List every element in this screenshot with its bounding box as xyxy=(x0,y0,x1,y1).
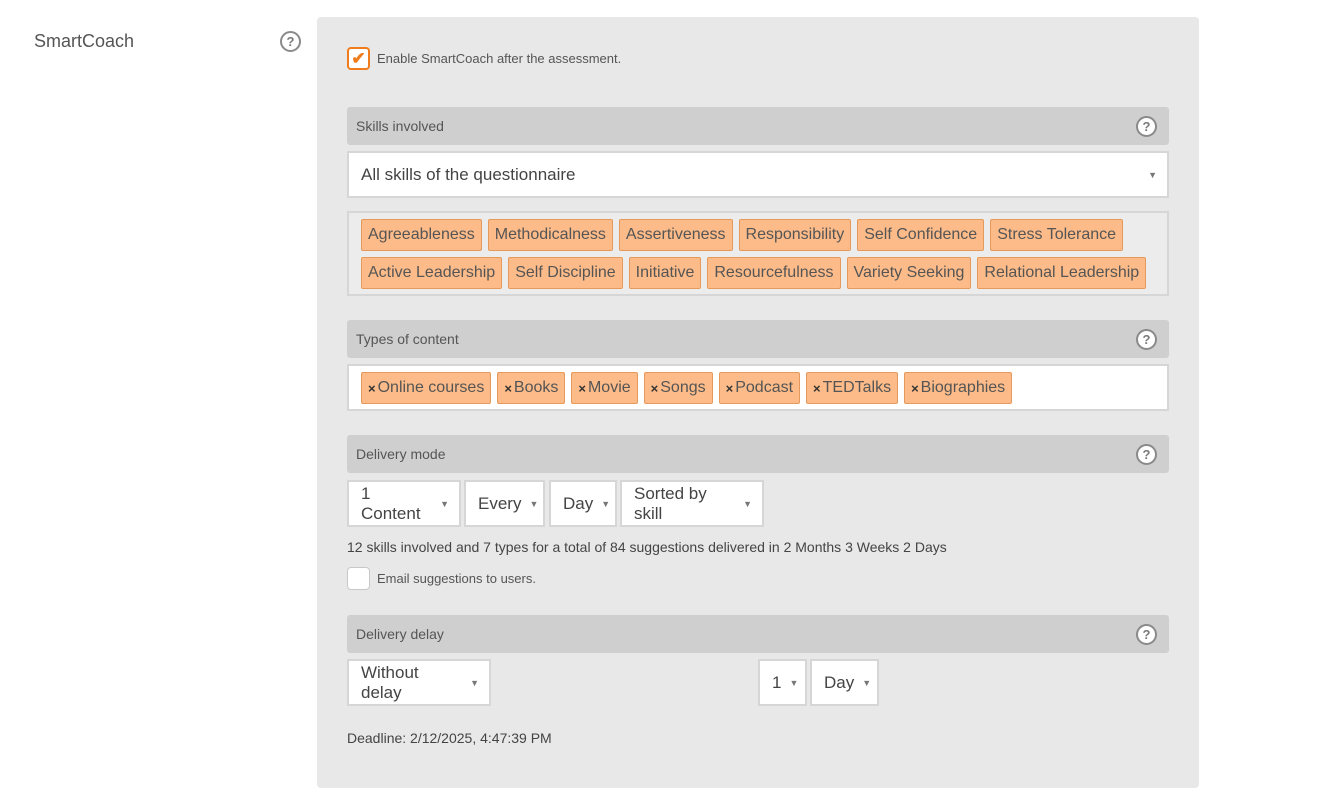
delivery-delay-section-title: Delivery delay xyxy=(356,626,444,642)
skill-tag[interactable]: Methodicalness xyxy=(487,219,613,251)
skill-tag[interactable]: Self Confidence xyxy=(857,219,985,251)
skills-section-title: Skills involved xyxy=(356,118,444,134)
help-icon[interactable]: ? xyxy=(1136,115,1157,137)
delivery-unit-value: Day xyxy=(563,493,594,513)
email-suggestions-checkbox[interactable] xyxy=(347,567,370,590)
smartcoach-panel: ✔ Enable SmartCoach after the assessment… xyxy=(317,17,1199,788)
email-suggestions-row[interactable]: Email suggestions to users. xyxy=(347,567,536,590)
caret-down-icon: ▼ xyxy=(743,498,752,509)
delivery-frequency-value: Every xyxy=(478,493,522,513)
checkmark-icon: ✔ xyxy=(351,49,366,68)
times-icon[interactable]: × xyxy=(578,381,586,396)
content-type-tag: × Movie xyxy=(571,372,638,404)
content-type-tag-label: Books xyxy=(513,379,559,396)
delivery-delay-mode-value: Without delay xyxy=(361,662,419,702)
delivery-unit-select[interactable]: Day ▼ xyxy=(549,480,617,527)
enable-smartcoach-row[interactable]: ✔ Enable SmartCoach after the assessment… xyxy=(347,47,621,70)
delivery-sort-value: Sorted by skill xyxy=(634,483,707,523)
skill-tag[interactable]: Variety Seeking xyxy=(846,257,972,289)
delivery-quantity-value: 1 Content xyxy=(361,483,421,523)
skill-tag[interactable]: Active Leadership xyxy=(361,257,503,289)
smartcoach-field-label: SmartCoach xyxy=(34,31,135,51)
help-icon[interactable]: ? xyxy=(1136,443,1157,465)
content-type-tag: × TEDTalks xyxy=(806,372,899,404)
content-type-tag: × Books xyxy=(497,372,566,404)
skill-tag[interactable]: Stress Tolerance xyxy=(990,219,1124,251)
delivery-mode-section-title: Delivery mode xyxy=(356,446,446,462)
caret-down-icon: ▼ xyxy=(440,498,449,509)
skills-select-value: All skills of the questionnaire xyxy=(361,164,576,184)
content-types-section-title: Types of content xyxy=(356,331,459,347)
content-types-section-header: Types of content ? xyxy=(347,320,1169,358)
delivery-mode-section-header: Delivery mode ? xyxy=(347,435,1169,473)
help-icon[interactable]: ? xyxy=(280,31,301,52)
times-icon[interactable]: × xyxy=(813,381,821,396)
delivery-delay-section-header: Delivery delay ? xyxy=(347,615,1169,653)
content-type-tag-label: Movie xyxy=(587,379,631,396)
deadline-text: Deadline: 2/12/2025, 4:47:39 PM xyxy=(347,730,552,746)
skills-tag-list: Agreeableness Methodicalness Assertiveness… xyxy=(347,211,1169,296)
caret-down-icon: ▼ xyxy=(1148,169,1157,180)
delivery-delay-unit-select[interactable]: Day ▼ xyxy=(810,659,879,706)
delivery-quantity-select[interactable]: 1 Content ▼ xyxy=(347,480,461,527)
content-type-tag-label: Songs xyxy=(660,379,706,396)
help-icon[interactable]: ? xyxy=(1136,623,1157,645)
content-type-tag-label: Online courses xyxy=(377,379,485,396)
skill-tag[interactable]: Agreeableness xyxy=(361,219,482,251)
enable-smartcoach-label: Enable SmartCoach after the assessment. xyxy=(377,51,622,66)
times-icon[interactable]: × xyxy=(651,381,659,396)
skills-select[interactable]: All skills of the questionnaire ▼ xyxy=(347,151,1169,198)
caret-down-icon: ▼ xyxy=(529,498,539,509)
delivery-delay-mode-select[interactable]: Without delay ▼ xyxy=(347,659,491,706)
delivery-summary-text: 12 skills involved and 7 types for a tot… xyxy=(347,539,947,555)
delivery-sort-select[interactable]: Sorted by skill ▼ xyxy=(620,480,764,527)
enable-smartcoach-checkbox[interactable]: ✔ xyxy=(347,47,370,70)
content-type-tag: × Songs xyxy=(643,372,713,404)
times-icon[interactable]: × xyxy=(504,381,512,396)
skill-tag[interactable]: Relational Leadership xyxy=(977,257,1147,289)
caret-down-icon: ▼ xyxy=(789,677,799,688)
content-type-tag: × Podcast xyxy=(718,372,801,404)
times-icon[interactable]: × xyxy=(726,381,734,396)
skill-tag[interactable]: Responsibility xyxy=(738,219,852,251)
delivery-delay-unit-value: Day xyxy=(824,672,855,692)
content-type-tag: × Biographies xyxy=(904,372,1013,404)
skill-tag[interactable]: Self Discipline xyxy=(508,257,623,289)
times-icon[interactable]: × xyxy=(368,381,376,396)
skill-tag[interactable]: Initiative xyxy=(628,257,702,289)
content-type-tag-label: Biographies xyxy=(920,379,1006,396)
content-type-tag-label: Podcast xyxy=(735,379,794,396)
help-icon[interactable]: ? xyxy=(1136,328,1157,350)
times-icon[interactable]: × xyxy=(911,381,919,396)
delivery-frequency-select[interactable]: Every ▼ xyxy=(464,480,545,527)
delivery-delay-amount-select[interactable]: 1 ▼ xyxy=(758,659,807,706)
skill-tag[interactable]: Resourcefulness xyxy=(707,257,841,289)
skills-section-header: Skills involved ? xyxy=(347,107,1169,145)
caret-down-icon: ▼ xyxy=(470,677,479,688)
content-type-tag-label: TEDTalks xyxy=(822,379,892,396)
caret-down-icon: ▼ xyxy=(601,498,611,509)
delivery-delay-amount-value: 1 xyxy=(772,672,782,692)
content-types-input[interactable]: × Online courses × Books × Movie × Songs × Podcas… xyxy=(347,364,1169,411)
content-type-tag: × Online courses xyxy=(361,372,492,404)
caret-down-icon: ▼ xyxy=(862,677,872,688)
skill-tag[interactable]: Assertiveness xyxy=(618,219,733,251)
email-suggestions-label: Email suggestions to users. xyxy=(377,571,536,586)
